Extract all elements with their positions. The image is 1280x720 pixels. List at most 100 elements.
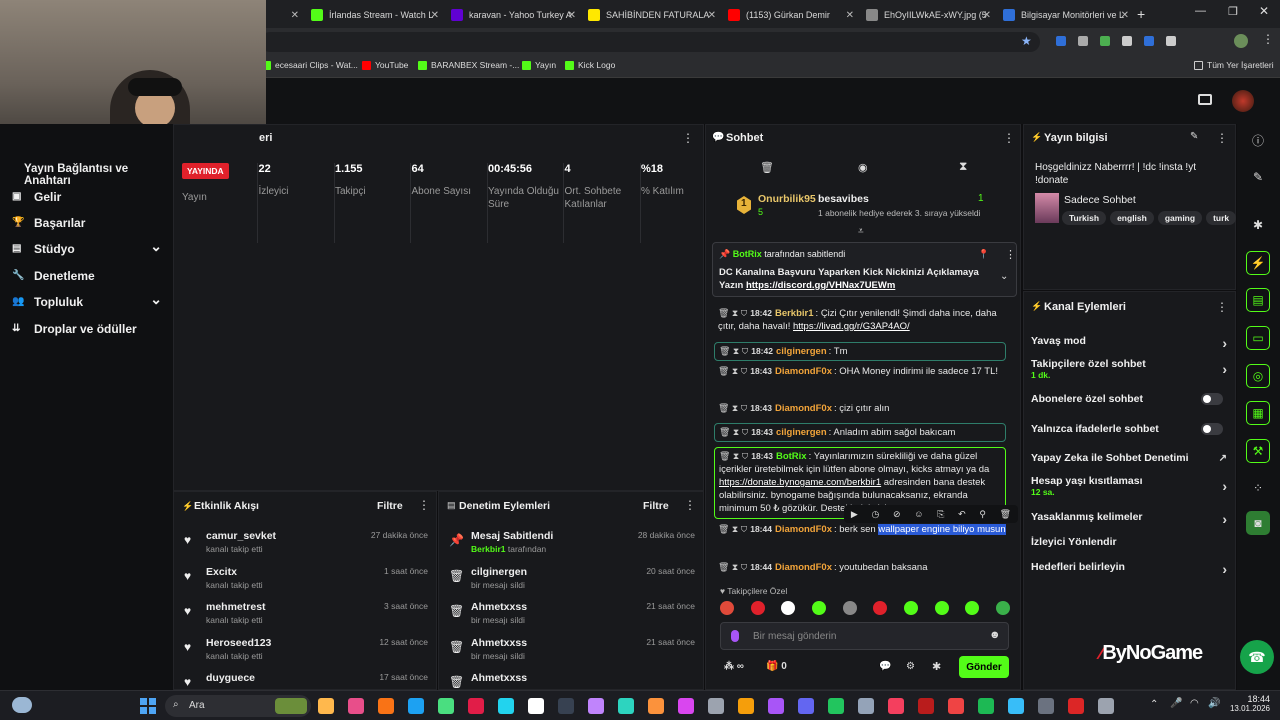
activity-row[interactable]: ♥ duyguece 17 saat önce [174, 668, 438, 691]
emote[interactable] [720, 601, 734, 615]
weather-icon[interactable] [12, 697, 32, 713]
extension-icon[interactable] [1056, 36, 1066, 46]
emote[interactable] [934, 601, 949, 615]
message-mod-tools-icon[interactable]: 🗑 ⧗ ⛉ [719, 346, 748, 356]
chat-message[interactable]: 🗑 ⧗ ⛉ 18:44 DiamondF0x: youtubedan baksana [714, 561, 1006, 574]
channel-actions-menu-icon[interactable]: ⋮ [1216, 300, 1228, 314]
gifter-name[interactable]: Onurbilik95 [758, 193, 816, 205]
taskbar-app-icon[interactable] [918, 698, 934, 714]
settings-icon[interactable]: ⚙ [906, 661, 915, 672]
message-username[interactable]: DiamondF0x [775, 366, 832, 377]
activity-row[interactable]: ♥ Heroseed123 kanalı takip etti 12 saat önc… [174, 633, 438, 669]
message-mod-tools-icon[interactable]: 🗑 ⧗ ⛉ [719, 427, 748, 437]
moderation-menu-icon[interactable]: ⋮ [684, 498, 696, 512]
message-username[interactable]: DiamondF0x [775, 524, 832, 535]
sidebar-item-4[interactable]: 👥 Topluluk ⌄ [12, 291, 162, 309]
sidebar-item-5[interactable]: ⇊ Droplar ve ödüller [12, 322, 162, 336]
moderation-user[interactable]: Berkbir1 [471, 544, 506, 554]
windows-start-icon[interactable] [140, 698, 156, 714]
browser-tab[interactable]: karavan - Yahoo Turkey A ✕ [445, 4, 580, 26]
browser-tab[interactable]: İrlandas Stream - Watch L ✕ [305, 4, 443, 26]
pencil-icon[interactable]: ✎ [1246, 165, 1270, 189]
activity-menu-icon[interactable]: ⋮ [418, 498, 430, 512]
moderation-row[interactable]: 🗑 Ahmetxxss [439, 668, 705, 691]
taskbar-app-icon[interactable] [1008, 698, 1024, 714]
channel-action-0[interactable]: Yavaş mod › [1031, 335, 1227, 351]
message-username[interactable]: BotRix [776, 451, 807, 462]
tab-close-icon[interactable]: ✕ [708, 10, 716, 21]
play-icon[interactable]: ▶ [851, 509, 858, 520]
message-username[interactable]: DiamondF0x [775, 403, 832, 414]
taskbar-app-icon[interactable] [318, 698, 334, 714]
emote[interactable] [965, 601, 980, 615]
moderation-row[interactable]: 🗑 Ahmetxxss bir mesajı sildi 21 saat önce [439, 633, 705, 669]
message-username[interactable]: DiamondF0x [775, 562, 832, 573]
taskbar-app-icon[interactable] [1068, 698, 1084, 714]
trash-icon[interactable]: 🗑 [760, 161, 774, 174]
channel-action-2[interactable]: Abonelere özel sohbet [1031, 393, 1227, 405]
extension-icon[interactable] [1100, 36, 1110, 46]
sidebar-item-2[interactable]: ▤ Stüdyo ⌄ [12, 238, 162, 256]
stream-info-menu-icon[interactable]: ⋮ [1216, 131, 1228, 145]
gifter2-name[interactable]: besavibes [818, 193, 869, 205]
clock-icon[interactable]: ◷ [871, 509, 879, 520]
taskbar-app-icon[interactable] [678, 698, 694, 714]
mic-icon[interactable] [731, 630, 739, 642]
message-username[interactable]: cilginergen [776, 427, 827, 438]
document-icon[interactable]: ▤ [1246, 288, 1270, 312]
bookmark-item[interactable]: ecesaari Clips - Wat... [262, 60, 358, 70]
taskbar-app-icon[interactable] [438, 698, 454, 714]
channel-action-4[interactable]: Yapay Zeka ile Sohbet Denetimi ↗ [1031, 452, 1227, 464]
chevron-up-icon[interactable]: ⌃ [1150, 699, 1158, 710]
tab-close-icon[interactable]: ✕ [431, 10, 439, 21]
taskbar-app-icon[interactable] [348, 698, 364, 714]
activity-user[interactable]: Heroseed123 [206, 637, 271, 649]
browser-tab[interactable]: SAHİBİNDEN FATURALAR ✕ [582, 4, 720, 26]
delete-icon[interactable]: 🗑 [1000, 509, 1011, 520]
activity-row[interactable]: ♥ Excitx kanalı takip etti 1 saat önce [174, 562, 438, 598]
channel-action-6[interactable]: Yasaklanmış kelimeler › [1031, 511, 1227, 527]
pinned-link[interactable]: https://discord.gg/VHNax7UEWm [746, 280, 895, 291]
mic-icon[interactable]: 🎤 [1170, 698, 1182, 709]
category-thumbnail[interactable] [1035, 193, 1059, 223]
tab-close-icon[interactable]: ✕ [983, 10, 991, 21]
moderation-row[interactable]: 📌 Mesaj Sabitlendi Berkbir1 tarafından 28 d… [439, 526, 705, 562]
collapse-icon[interactable]: ⩡ [858, 226, 864, 237]
chevron-down-icon[interactable]: ⌄ [1000, 271, 1008, 282]
message-mod-tools-icon[interactable]: 🗑 ⧗ ⛉ [718, 562, 747, 572]
gift-icon[interactable]: 🎁 0 [766, 661, 787, 672]
puzzle-icon[interactable]: ✱ [1246, 213, 1270, 237]
moderation-row[interactable]: 🗑 Ahmetxxss bir mesajı sildi 21 saat önce [439, 597, 705, 633]
taskbar-app-icon[interactable] [498, 698, 514, 714]
taskbar-app-icon[interactable] [588, 698, 604, 714]
puzzle-icon[interactable] [1166, 36, 1176, 46]
taskbar-app-icon[interactable] [558, 698, 574, 714]
edit-icon[interactable]: ✎ [1190, 131, 1198, 142]
emote[interactable] [995, 601, 1010, 615]
support-chat-button[interactable]: ☎ [1240, 640, 1274, 674]
toggle-switch[interactable] [1201, 393, 1223, 405]
taskbar-app-icon[interactable] [888, 698, 904, 714]
pin-icon[interactable]: ⚲ [979, 509, 986, 520]
loop-icon[interactable]: ⁂ ∞ [724, 661, 744, 672]
pinned-menu-icon[interactable]: ⋮ [1005, 248, 1016, 261]
wrench-icon[interactable]: ⚒ [1246, 439, 1270, 463]
star-icon[interactable]: ★ [1021, 34, 1032, 48]
message-mod-tools-icon[interactable]: 🗑 ⧗ ⛉ [719, 451, 748, 461]
layout-icon[interactable]: ▦ [1246, 401, 1270, 425]
restore-icon[interactable]: ❐ [1228, 5, 1238, 18]
tab-close-icon[interactable]: ✕ [291, 10, 299, 21]
chat-message[interactable]: 🗑 ⧗ ⛉ 18:42 cilginergen: Tm [714, 342, 1006, 361]
address-input[interactable] [260, 32, 1040, 52]
tab-close-icon[interactable]: ✕ [846, 10, 854, 21]
sidebar-item-3[interactable]: 🔧 Denetleme [12, 269, 162, 283]
activity-row[interactable]: ♥ camur_sevket kanalı takip etti 27 dakika … [174, 526, 438, 562]
puzzle-icon[interactable]: ✱ [932, 660, 941, 673]
chat-message[interactable]: 🗑 ⧗ ⛉ 18:43 DiamondF0x: OHA Money indirimi… [714, 365, 1006, 378]
taskbar-app-icon[interactable] [768, 698, 784, 714]
message-link[interactable]: https://livad.gg/r/G3AP4AO/ [793, 321, 910, 332]
profile-avatar[interactable] [1234, 34, 1248, 48]
monitor-icon[interactable] [1198, 94, 1212, 105]
bookmark-item[interactable]: BARANBEX Stream -... [418, 60, 519, 70]
taskbar-app-icon[interactable] [708, 698, 724, 714]
